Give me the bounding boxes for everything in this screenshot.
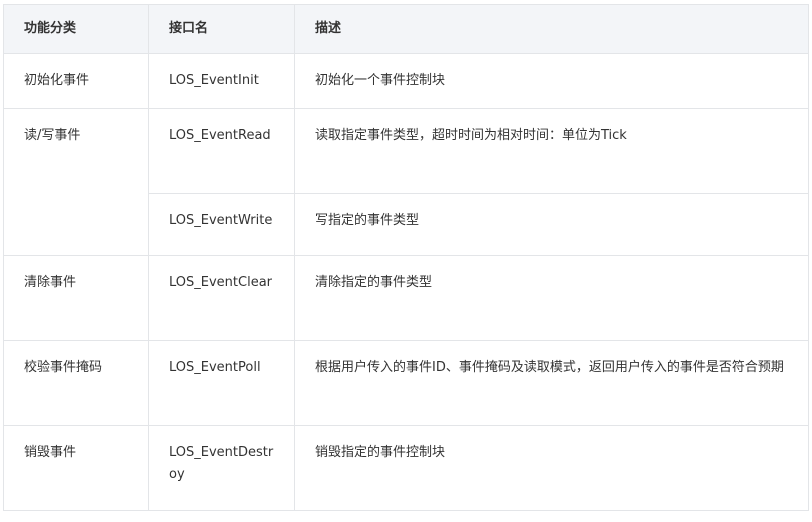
api-name-cell: LOS_EventClear (148, 255, 295, 341)
table-row: 初始化事件 LOS_EventInit 初始化一个事件控制块 (3, 53, 809, 109)
description-cell: 读取指定事件类型，超时时间为相对时间：单位为Tick (294, 108, 809, 194)
description-cell: 销毁指定的事件控制块 (294, 425, 809, 511)
api-name-cell: LOS_EventRead (148, 108, 295, 194)
api-name-cell: LOS_EventWrite (148, 193, 295, 256)
api-name-cell: LOS_EventInit (148, 53, 295, 109)
category-cell: 校验事件掩码 (3, 340, 149, 426)
description-cell: 写指定的事件类型 (294, 193, 809, 256)
table-row: 销毁事件 LOS_EventDestroy 销毁指定的事件控制块 (3, 425, 809, 511)
description-cell: 根据用户传入的事件ID、事件掩码及读取模式，返回用户传入的事件是否符合预期 (294, 340, 809, 426)
event-api-table: 功能分类 接口名 描述 初始化事件 LOS_EventInit 初始化一个事件控… (3, 4, 809, 511)
header-api-name: 接口名 (148, 4, 295, 54)
header-category: 功能分类 (3, 4, 149, 54)
api-name-cell: LOS_EventDestroy (148, 425, 295, 511)
table-header: 功能分类 接口名 描述 (3, 4, 809, 54)
table-row: 清除事件 LOS_EventClear 清除指定的事件类型 (3, 255, 809, 341)
category-cell: 清除事件 (3, 255, 149, 341)
category-cell: 销毁事件 (3, 425, 149, 511)
category-cell: 读/写事件 (3, 108, 149, 256)
description-cell: 清除指定的事件类型 (294, 255, 809, 341)
category-cell: 初始化事件 (3, 53, 149, 109)
header-row: 功能分类 接口名 描述 (3, 4, 809, 54)
description-cell: 初始化一个事件控制块 (294, 53, 809, 109)
table-row: 读/写事件 LOS_EventRead 读取指定事件类型，超时时间为相对时间：单… (3, 108, 809, 256)
table-body: 初始化事件 LOS_EventInit 初始化一个事件控制块 读/写事件 LOS… (3, 53, 809, 511)
table-row: 校验事件掩码 LOS_EventPoll 根据用户传入的事件ID、事件掩码及读取… (3, 340, 809, 426)
header-description: 描述 (294, 4, 809, 54)
api-name-cell: LOS_EventPoll (148, 340, 295, 426)
